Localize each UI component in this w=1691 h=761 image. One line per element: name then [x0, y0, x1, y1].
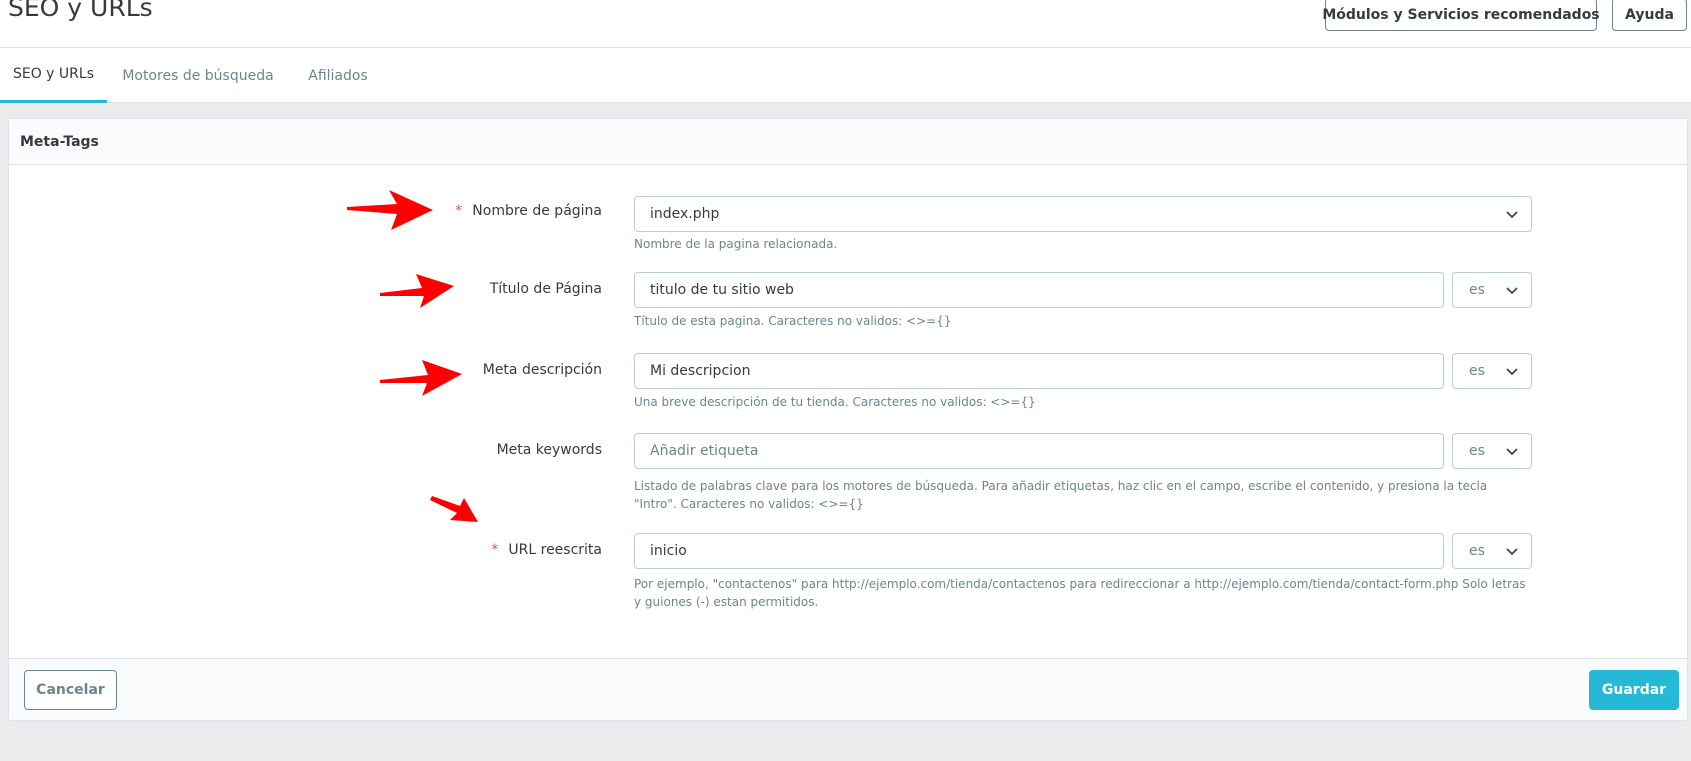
chevron-down-icon: [1506, 448, 1518, 456]
page-name-help: Nombre de la pagina relacionada.: [634, 237, 838, 251]
meta-description-help: Una breve descripción de tu tienda. Cara…: [634, 395, 1036, 409]
page-title-help: Título de esta pagina. Caracteres no val…: [634, 314, 952, 328]
panel-footer: Cancelar Guardar: [9, 658, 1687, 720]
rewritten-url-input[interactable]: inicio: [634, 533, 1444, 569]
meta-keywords-language-select[interactable]: es: [1452, 433, 1532, 469]
rewritten-url-label: * URL reescrita: [491, 542, 602, 558]
page-title-input[interactable]: titulo de tu sitio web: [634, 272, 1444, 308]
panel-title: Meta-Tags: [9, 119, 1687, 165]
meta-keywords-help: Listado de palabras clave para los motor…: [634, 479, 1488, 511]
meta-keywords-input[interactable]: Añadir etiqueta: [634, 433, 1444, 469]
red-arrow-icon: [380, 360, 462, 396]
tab-search-engines[interactable]: Motores de búsqueda: [118, 48, 278, 103]
red-arrow-icon: [347, 190, 433, 230]
required-mark: *: [491, 542, 499, 558]
tab-bar: SEO y URLs Motores de búsqueda Afiliados: [0, 48, 1691, 103]
chevron-down-icon: [1506, 211, 1518, 219]
help-button[interactable]: Ayuda: [1612, 0, 1687, 31]
tab-affiliates[interactable]: Afiliados: [300, 48, 376, 103]
page-header: SEO y URLs Módulos y Servicios recomenda…: [0, 0, 1691, 48]
meta-description-input[interactable]: Mi descripcion: [634, 353, 1444, 389]
recommended-modules-button[interactable]: Módulos y Servicios recomendados: [1322, 0, 1600, 31]
page-title: SEO y URLs: [8, 0, 153, 22]
meta-description-language-select[interactable]: es: [1452, 353, 1532, 389]
red-arrow-icon: [380, 274, 454, 308]
rewritten-url-help: Por ejemplo, "contactenos" para http://e…: [634, 577, 1526, 609]
red-arrow-icon: [430, 496, 478, 522]
chevron-down-icon: [1506, 287, 1518, 295]
cancel-button[interactable]: Cancelar: [24, 670, 117, 710]
page-title-language-select[interactable]: es: [1452, 272, 1532, 308]
meta-keywords-label: Meta keywords: [496, 442, 602, 458]
required-mark: *: [455, 203, 463, 219]
chevron-down-icon: [1506, 368, 1518, 376]
chevron-down-icon: [1506, 548, 1518, 556]
meta-tags-panel: Meta-Tags * Nombre de página index.php No…: [8, 118, 1688, 721]
save-button[interactable]: Guardar: [1589, 670, 1679, 710]
tab-seo-urls[interactable]: SEO y URLs: [0, 48, 107, 103]
rewritten-url-language-select[interactable]: es: [1452, 533, 1532, 569]
page-name-select[interactable]: index.php: [634, 196, 1532, 232]
